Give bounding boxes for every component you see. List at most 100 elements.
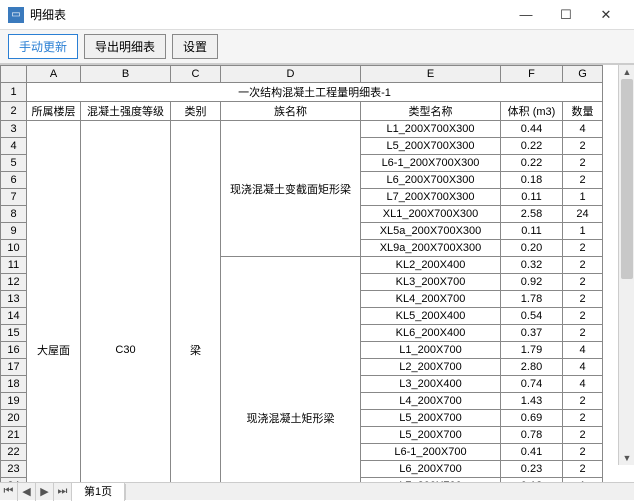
sheet-nav-first[interactable]: ⏮ xyxy=(0,483,18,501)
cell-qty[interactable]: 2 xyxy=(563,444,603,461)
close-button[interactable]: ✕ xyxy=(586,0,626,30)
row-header[interactable]: 24 xyxy=(1,478,27,483)
cell-type[interactable]: L7_200X700 xyxy=(361,478,501,483)
col-header-E[interactable]: E xyxy=(361,66,501,83)
cell-qty[interactable]: 2 xyxy=(563,410,603,427)
cell-qty[interactable]: 24 xyxy=(563,206,603,223)
cell-type[interactable]: KL2_200X400 xyxy=(361,257,501,274)
select-all-corner[interactable] xyxy=(1,66,27,83)
row-header[interactable]: 22 xyxy=(1,444,27,461)
cell-type[interactable]: XL1_200X700X300 xyxy=(361,206,501,223)
cell-qty[interactable]: 2 xyxy=(563,257,603,274)
cell-type[interactable]: KL5_200X400 xyxy=(361,308,501,325)
cell-qty[interactable]: 2 xyxy=(563,240,603,257)
row-header[interactable]: 10 xyxy=(1,240,27,257)
cell-vol[interactable]: 0.74 xyxy=(501,376,563,393)
cell-vol[interactable]: 0.18 xyxy=(501,172,563,189)
cell-qty[interactable]: 2 xyxy=(563,291,603,308)
maximize-button[interactable]: ☐ xyxy=(546,0,586,30)
header-class[interactable]: 类别 xyxy=(171,102,221,121)
scroll-thumb[interactable] xyxy=(621,79,633,279)
row-header[interactable]: 21 xyxy=(1,427,27,444)
cell-vol[interactable]: 0.32 xyxy=(501,257,563,274)
row-header[interactable]: 9 xyxy=(1,223,27,240)
cell-type[interactable]: KL3_200X700 xyxy=(361,274,501,291)
cell-grade[interactable]: C30 xyxy=(81,121,171,483)
scroll-down-icon[interactable]: ▼ xyxy=(619,451,634,465)
header-grade[interactable]: 混凝土强度等级 xyxy=(81,102,171,121)
cell-type[interactable]: L5_200X700 xyxy=(361,410,501,427)
cell-qty[interactable]: 2 xyxy=(563,461,603,478)
cell-class[interactable]: 梁 xyxy=(171,121,221,483)
cell-qty[interactable]: 2 xyxy=(563,274,603,291)
cell-qty[interactable]: 4 xyxy=(563,121,603,138)
header-floor[interactable]: 所属楼层 xyxy=(27,102,81,121)
col-header-D[interactable]: D xyxy=(221,66,361,83)
cell-type[interactable]: L6_200X700X300 xyxy=(361,172,501,189)
cell-qty[interactable]: 2 xyxy=(563,308,603,325)
cell-type[interactable]: L1_200X700 xyxy=(361,342,501,359)
minimize-button[interactable]: — xyxy=(506,0,546,30)
row-header[interactable]: 1 xyxy=(1,83,27,102)
row-header[interactable]: 11 xyxy=(1,257,27,274)
col-header-G[interactable]: G xyxy=(563,66,603,83)
cell-vol[interactable]: 0.54 xyxy=(501,308,563,325)
row-header[interactable]: 8 xyxy=(1,206,27,223)
header-type[interactable]: 类型名称 xyxy=(361,102,501,121)
cell-qty[interactable]: 1 xyxy=(563,223,603,240)
horizontal-scrollbar[interactable] xyxy=(125,484,634,500)
row-header[interactable]: 18 xyxy=(1,376,27,393)
vertical-scrollbar[interactable]: ▲ ▼ xyxy=(618,65,634,465)
cell-type[interactable]: L4_200X700 xyxy=(361,393,501,410)
cell-vol[interactable]: 0.78 xyxy=(501,427,563,444)
spreadsheet-grid[interactable]: A B C D E F G 1一次结构混凝土工程量明细表-1 2 所属楼层 混凝… xyxy=(0,65,603,482)
cell-type[interactable]: L3_200X400 xyxy=(361,376,501,393)
row-header[interactable]: 4 xyxy=(1,138,27,155)
manual-update-button[interactable]: 手动更新 xyxy=(8,34,78,59)
cell-type[interactable]: L6-1_200X700X300 xyxy=(361,155,501,172)
col-header-A[interactable]: A xyxy=(27,66,81,83)
cell-type[interactable]: L6_200X700 xyxy=(361,461,501,478)
row-header[interactable]: 23 xyxy=(1,461,27,478)
row-header[interactable]: 6 xyxy=(1,172,27,189)
cell-qty[interactable]: 1 xyxy=(563,189,603,206)
cell-type[interactable]: XL5a_200X700X300 xyxy=(361,223,501,240)
cell-vol[interactable]: 0.92 xyxy=(501,274,563,291)
cell-vol[interactable]: 0.20 xyxy=(501,240,563,257)
cell-vol[interactable]: 2.58 xyxy=(501,206,563,223)
cell-type[interactable]: L5_200X700X300 xyxy=(361,138,501,155)
row-header[interactable]: 16 xyxy=(1,342,27,359)
cell-qty[interactable]: 1 xyxy=(563,478,603,483)
row-header[interactable]: 2 xyxy=(1,102,27,121)
cell-qty[interactable]: 4 xyxy=(563,359,603,376)
cell-vol[interactable]: 0.11 xyxy=(501,189,563,206)
cell-vol[interactable]: 0.18 xyxy=(501,478,563,483)
cell-vol[interactable]: 0.22 xyxy=(501,138,563,155)
row-header[interactable]: 5 xyxy=(1,155,27,172)
cell-vol[interactable]: 0.44 xyxy=(501,121,563,138)
cell-vol[interactable]: 1.43 xyxy=(501,393,563,410)
header-qty[interactable]: 数量 xyxy=(563,102,603,121)
cell-vol[interactable]: 0.11 xyxy=(501,223,563,240)
cell-qty[interactable]: 2 xyxy=(563,155,603,172)
cell-type[interactable]: L2_200X700 xyxy=(361,359,501,376)
cell-type[interactable]: L1_200X700X300 xyxy=(361,121,501,138)
header-family[interactable]: 族名称 xyxy=(221,102,361,121)
cell-type[interactable]: L5_200X700 xyxy=(361,427,501,444)
cell-type[interactable]: L7_200X700X300 xyxy=(361,189,501,206)
cell-vol[interactable]: 2.80 xyxy=(501,359,563,376)
cell-qty[interactable]: 2 xyxy=(563,138,603,155)
cell-vol[interactable]: 1.79 xyxy=(501,342,563,359)
header-vol[interactable]: 体积 (m3) xyxy=(501,102,563,121)
cell-family1[interactable]: 现浇混凝土变截面矩形梁 xyxy=(221,121,361,257)
sheet-tab-1[interactable]: 第1页 xyxy=(72,483,125,501)
cell-type[interactable]: XL9a_200X700X300 xyxy=(361,240,501,257)
col-header-C[interactable]: C xyxy=(171,66,221,83)
row-header[interactable]: 12 xyxy=(1,274,27,291)
cell-type[interactable]: L6-1_200X700 xyxy=(361,444,501,461)
cell-qty[interactable]: 2 xyxy=(563,393,603,410)
cell-qty[interactable]: 2 xyxy=(563,172,603,189)
row-header[interactable]: 15 xyxy=(1,325,27,342)
cell-qty[interactable]: 2 xyxy=(563,427,603,444)
row-header[interactable]: 3 xyxy=(1,121,27,138)
